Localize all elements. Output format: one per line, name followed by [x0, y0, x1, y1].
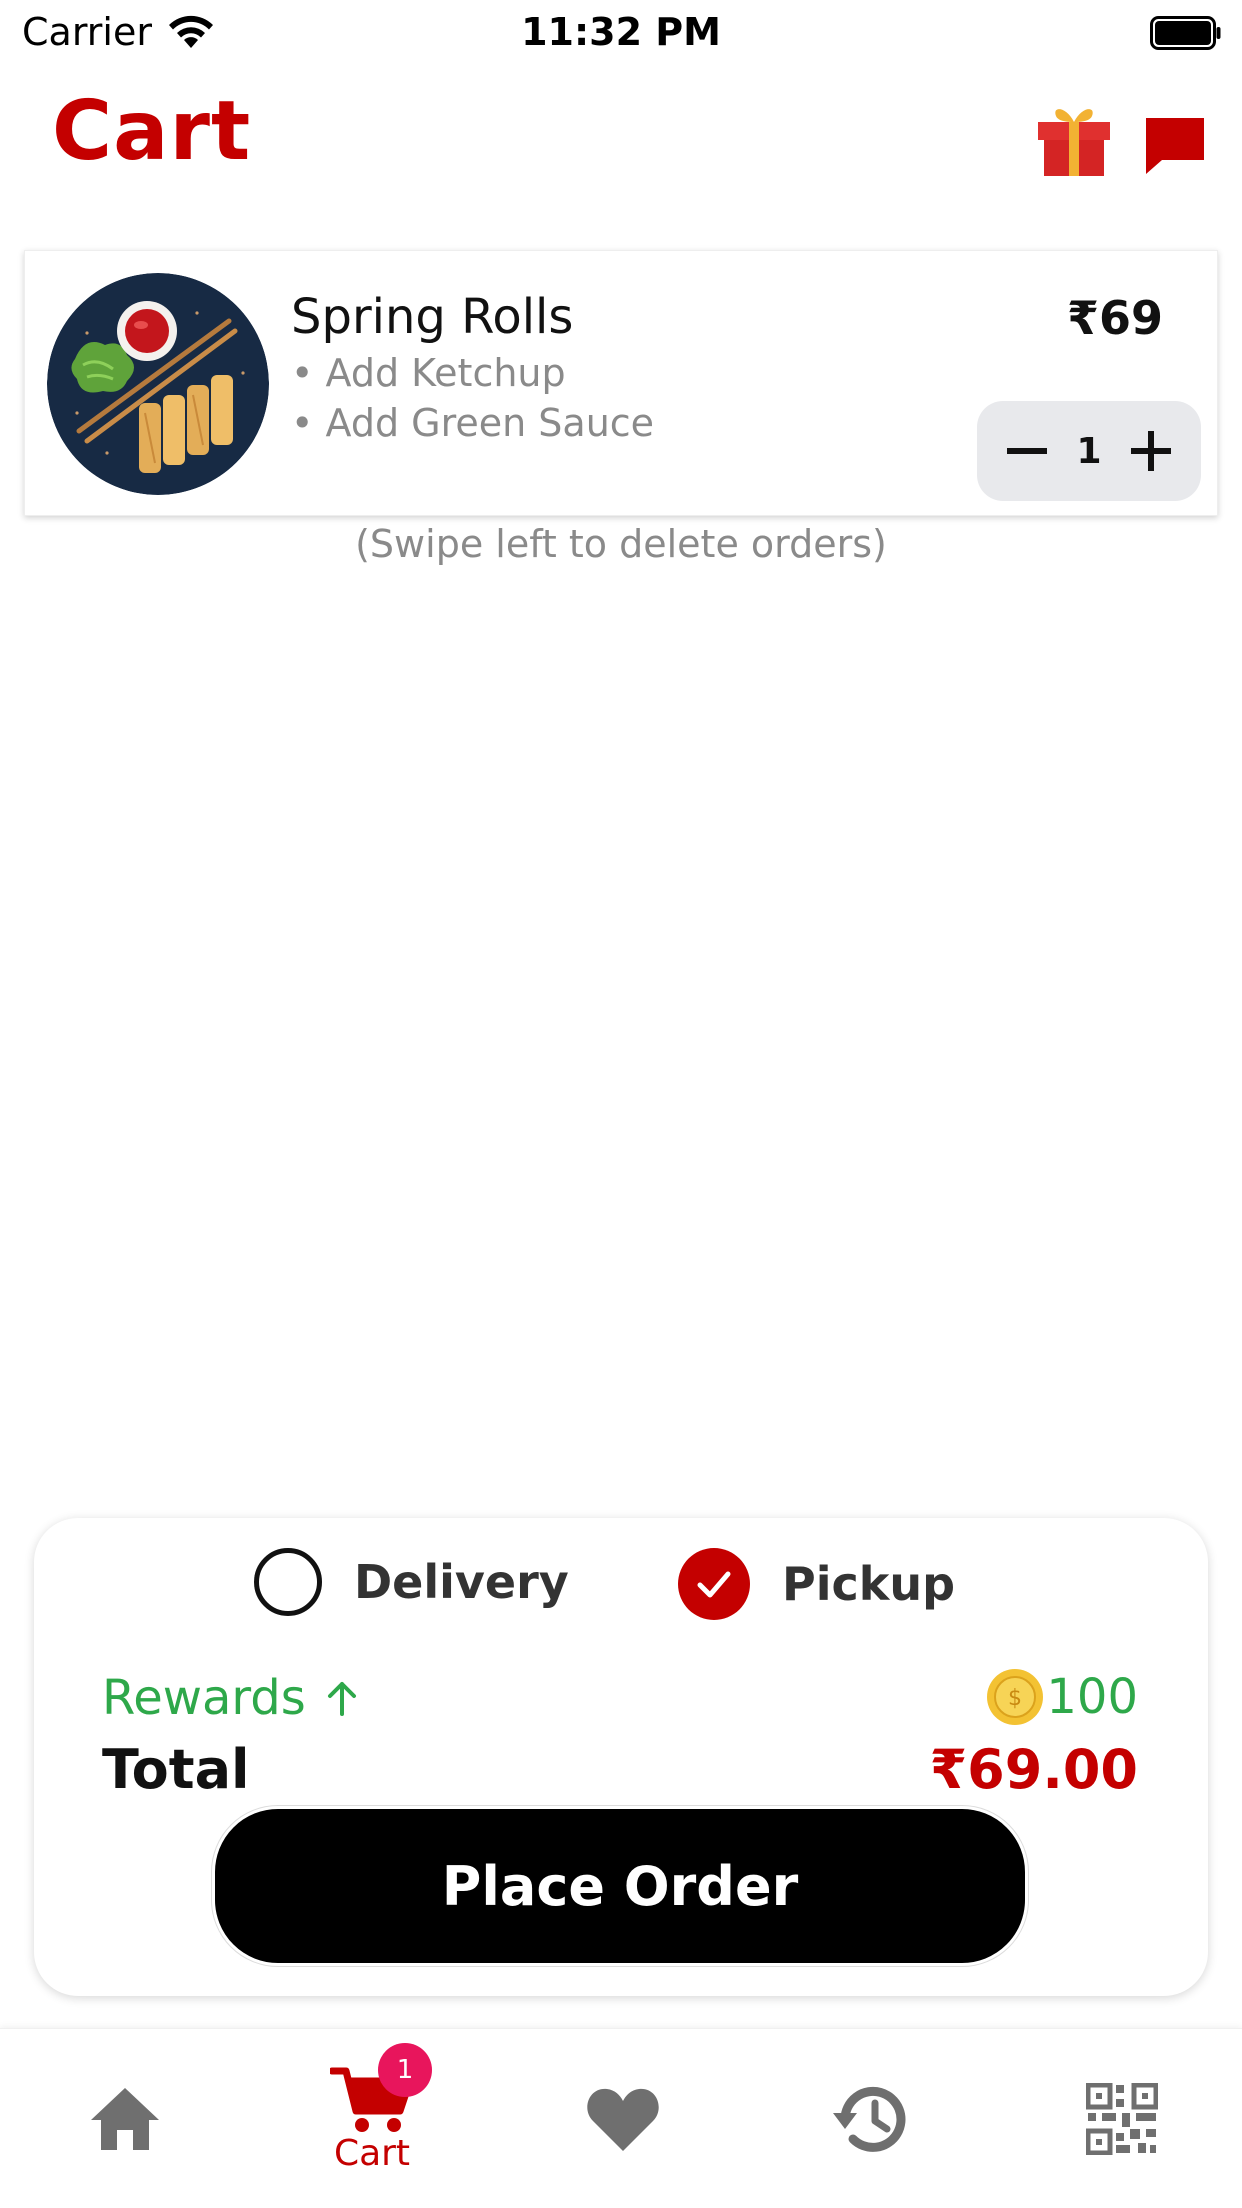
- rewards-row[interactable]: Rewards: [102, 1670, 360, 1726]
- minus-icon: [1007, 448, 1047, 454]
- quantity-value: 1: [1076, 430, 1102, 472]
- plus-icon: [1131, 431, 1171, 471]
- status-bar: Carrier 11:32 PM: [0, 0, 1242, 66]
- home-icon: [91, 2088, 159, 2150]
- tab-cart[interactable]: 1 Cart: [322, 2029, 432, 2208]
- pickup-option[interactable]: Pickup: [678, 1548, 955, 1620]
- tab-favorites[interactable]: [580, 2029, 666, 2208]
- delivery-option[interactable]: Delivery: [254, 1548, 569, 1616]
- tab-cart-label: Cart: [333, 2132, 411, 2174]
- battery-icon: [1150, 16, 1221, 50]
- item-addon: • Add Green Sauce: [291, 401, 655, 445]
- heart-icon: [587, 2088, 659, 2151]
- bottom-tab-bar: 1 Cart: [0, 2028, 1242, 2208]
- chat-icon[interactable]: [1144, 116, 1206, 176]
- cart-icon-wrapper: 1: [330, 2042, 432, 2135]
- svg-text:$: $: [1008, 1686, 1022, 1711]
- tab-qr-scanner[interactable]: [1080, 2029, 1164, 2208]
- spring-rolls-image: [47, 273, 269, 495]
- increase-quantity-button[interactable]: [1127, 427, 1175, 475]
- qr-code-icon: [1086, 2083, 1158, 2155]
- status-time: 11:32 PM: [521, 10, 721, 54]
- page-title: Cart: [52, 84, 252, 179]
- cart-item-card[interactable]: Spring Rolls • Add Ketchup • Add Green S…: [24, 250, 1218, 516]
- item-name: Spring Rolls: [291, 289, 574, 345]
- place-order-button[interactable]: Place Order: [212, 1806, 1028, 1966]
- rewards-label: Rewards: [102, 1670, 306, 1726]
- item-price: ₹69: [1066, 291, 1163, 345]
- history-icon: [833, 2086, 906, 2152]
- tab-history[interactable]: [826, 2029, 914, 2208]
- swipe-hint: (Swipe left to delete orders): [355, 522, 887, 566]
- checkmark-icon: [697, 1571, 731, 1598]
- delivery-label: Delivery: [354, 1555, 569, 1609]
- pickup-label: Pickup: [782, 1557, 956, 1611]
- rewards-points: $ 100: [986, 1668, 1138, 1726]
- decrease-quantity-button[interactable]: [1003, 427, 1051, 475]
- coin-icon: $: [987, 1669, 1044, 1725]
- item-addon: • Add Ketchup: [291, 351, 566, 395]
- order-summary-panel: Delivery Pickup Rewards $ 100 Total ₹69.…: [34, 1518, 1208, 1996]
- gift-icon[interactable]: [1036, 100, 1112, 178]
- total-label: Total: [102, 1738, 250, 1801]
- quantity-stepper: 1: [977, 401, 1201, 501]
- delivery-radio[interactable]: [254, 1548, 322, 1616]
- rewards-value: 100: [1046, 1669, 1138, 1725]
- pickup-radio[interactable]: [678, 1548, 750, 1620]
- cart-badge: 1: [378, 2042, 432, 2097]
- total-value: ₹69.00: [929, 1738, 1138, 1801]
- tab-home[interactable]: [80, 2029, 170, 2208]
- arrow-up-icon: [327, 1682, 356, 1716]
